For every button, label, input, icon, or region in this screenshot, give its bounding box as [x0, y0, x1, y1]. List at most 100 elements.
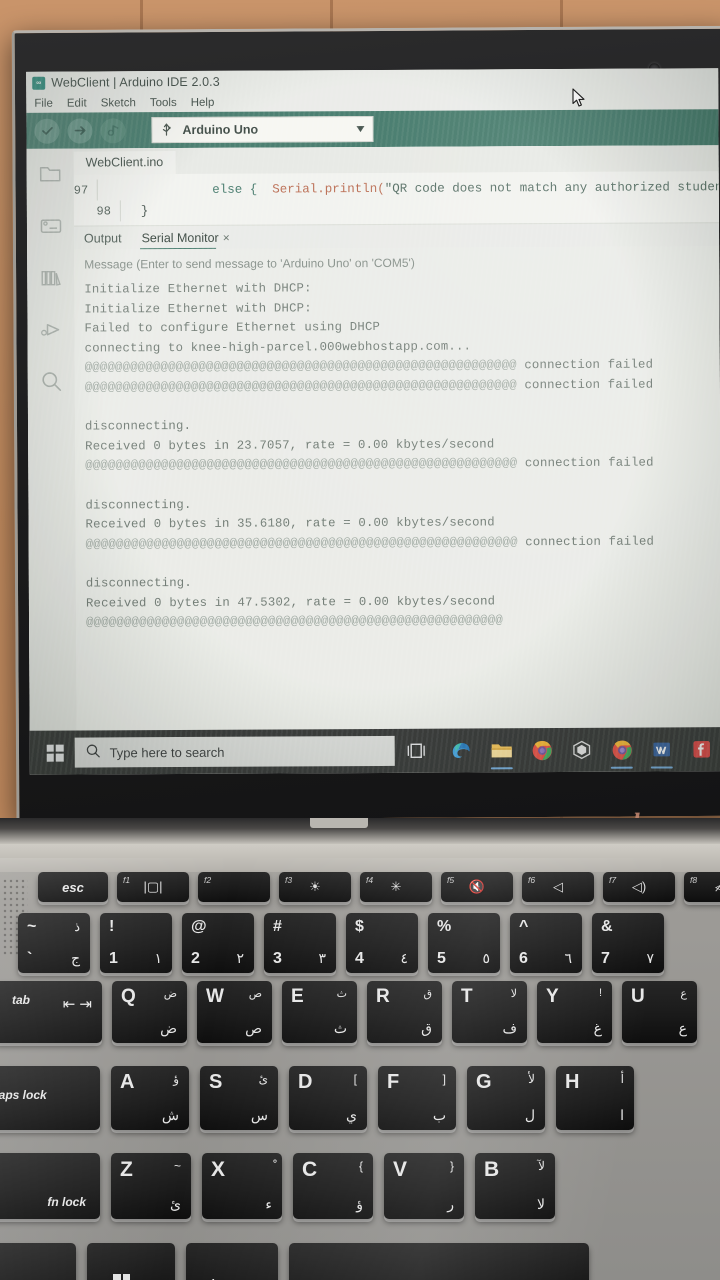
- key-f2[interactable]: f2: [198, 872, 270, 902]
- key-x[interactable]: Xْء: [202, 1153, 282, 1219]
- key-r[interactable]: R ق ق: [367, 981, 442, 1043]
- key-char: E: [291, 986, 304, 1007]
- facebook-icon[interactable]: [682, 727, 720, 771]
- code-line: 97 else { Serial.println("QR code does n…: [74, 176, 720, 201]
- tab-output[interactable]: Output: [84, 231, 122, 245]
- code-function: Serial.println(: [264, 181, 385, 197]
- debug-icon[interactable]: [38, 317, 64, 343]
- key-c[interactable]: C {ؤ: [293, 1153, 373, 1219]
- volume-down-icon: ◁: [553, 879, 563, 894]
- boards-manager-icon[interactable]: [37, 213, 63, 239]
- chrome-icon[interactable]: [602, 728, 642, 772]
- search-icon[interactable]: [38, 369, 64, 395]
- key-s[interactable]: S ئ س: [200, 1066, 278, 1130]
- menu-item-file[interactable]: File: [34, 97, 53, 109]
- key-label: esc: [62, 879, 84, 895]
- key-shift-char: $: [355, 918, 364, 935]
- key-caps-lock[interactable]: caps lock: [0, 1066, 100, 1130]
- key-1[interactable]: ! 1 ١: [100, 913, 172, 973]
- key-y[interactable]: Y! غ: [537, 981, 612, 1043]
- active-indicator: [490, 766, 513, 770]
- code-editor[interactable]: 97 else { Serial.println("QR code does n…: [73, 171, 720, 226]
- key-f4[interactable]: f4 ✳: [360, 872, 432, 902]
- usb-icon: [160, 121, 172, 139]
- key-w[interactable]: W ص ص: [197, 981, 272, 1043]
- key-shift[interactable]: ↑fn lock: [0, 1153, 100, 1219]
- key-space[interactable]: [289, 1243, 589, 1280]
- unity-icon[interactable]: [562, 728, 602, 772]
- key-arabic: ع: [678, 1020, 687, 1036]
- word-icon[interactable]: [642, 727, 682, 771]
- tab-serial-monitor[interactable]: Serial Monitor ×: [142, 230, 230, 244]
- key-3[interactable]: #3 ٣: [264, 913, 336, 973]
- task-view-icon[interactable]: [395, 729, 438, 773]
- key-f3[interactable]: f3 ☀: [279, 872, 351, 902]
- menu-item-tools[interactable]: Tools: [150, 97, 177, 109]
- search-placeholder: Type here to search: [109, 744, 225, 760]
- key-char: F: [387, 1071, 400, 1093]
- menu-item-help[interactable]: Help: [191, 96, 215, 108]
- key-shift-char: !: [109, 918, 115, 935]
- key-t[interactable]: T لا ف: [452, 981, 527, 1043]
- key-u[interactable]: U ع ع: [622, 981, 697, 1043]
- key-5[interactable]: % 5 ٥: [428, 913, 500, 973]
- windows-start-icon[interactable]: [36, 731, 75, 775]
- verify-button[interactable]: [34, 118, 60, 144]
- key-g[interactable]: G لأ ل: [467, 1066, 545, 1130]
- key-windows[interactable]: [87, 1243, 175, 1280]
- key-arabic: ٧: [646, 950, 654, 966]
- key-h[interactable]: H أ ا: [556, 1066, 634, 1130]
- menu-item-edit[interactable]: Edit: [67, 97, 87, 109]
- key-f6[interactable]: f6 ◁: [522, 872, 594, 902]
- key-f1[interactable]: f1 |▢|: [117, 872, 189, 902]
- key-alt[interactable]: alt: [186, 1243, 278, 1280]
- key-f[interactable]: F] ب: [378, 1066, 456, 1130]
- key-char: W: [206, 986, 224, 1007]
- key-arabic-shift: ئ: [258, 1072, 268, 1086]
- chevron-down-icon[interactable]: [356, 126, 365, 133]
- upload-button[interactable]: [67, 117, 93, 144]
- key-char: H: [565, 1071, 580, 1093]
- key-e[interactable]: E ث ث: [282, 981, 357, 1043]
- key-arabic: ر: [447, 1196, 454, 1212]
- keyboard-qwerty-row: tab ⇤ ⇥ Q ض ض W ص ص E ث ث R ق ق T لا ف Y! غ U ع ع: [0, 981, 697, 1043]
- file-explorer-icon[interactable]: [482, 728, 522, 772]
- key-q[interactable]: Q ض ض: [112, 981, 187, 1043]
- key-`[interactable]: ~ ` ذ ج: [18, 913, 90, 973]
- key-6[interactable]: ^ 6 ٦: [510, 913, 582, 973]
- key-f5[interactable]: f5 🔇: [441, 872, 513, 902]
- key-arabic: س: [250, 1107, 268, 1123]
- key-tab[interactable]: tab ⇤ ⇥: [0, 981, 102, 1043]
- library-manager-icon[interactable]: [38, 265, 64, 291]
- key-v[interactable]: V} ر: [384, 1153, 464, 1219]
- serial-monitor-output[interactable]: Message (Enter to send message to 'Ardui…: [74, 246, 720, 731]
- key-f7[interactable]: f7 ◁): [603, 872, 675, 902]
- key-arabic: ٢: [236, 950, 244, 966]
- key-char: 7: [601, 950, 610, 967]
- key-esc[interactable]: esc: [38, 872, 108, 902]
- laptop-screen: ∞ WebClient | Arduino IDE 2.0.3 File Edi…: [26, 68, 720, 775]
- serial-message-input[interactable]: Message (Enter to send message to 'Ardui…: [84, 254, 719, 280]
- debug-button[interactable]: [100, 117, 126, 143]
- windows-key-icon: [113, 1274, 130, 1280]
- menu-item-sketch[interactable]: Sketch: [101, 97, 136, 109]
- key-4[interactable]: $4 ٤: [346, 913, 418, 973]
- chrome-icon[interactable]: [522, 728, 562, 772]
- key-fn[interactable]: fn: [0, 1243, 76, 1280]
- search-input[interactable]: Type here to search: [74, 735, 396, 768]
- key-f8[interactable]: f8◁̸: [684, 872, 720, 902]
- close-icon[interactable]: ×: [223, 230, 230, 244]
- key-arabic-shift: ق: [423, 988, 432, 1000]
- key-arabic: ء: [265, 1196, 272, 1212]
- key-7[interactable]: & 7 ٧: [592, 913, 664, 973]
- key-d[interactable]: D [ي: [289, 1066, 367, 1130]
- key-a[interactable]: A ؤ ش: [111, 1066, 189, 1130]
- edge-icon[interactable]: [442, 728, 482, 772]
- line-number: 98: [96, 203, 111, 218]
- key-z[interactable]: Z ~ ئ: [111, 1153, 191, 1219]
- tab-arrows-icon: ⇤ ⇥: [62, 996, 92, 1013]
- key-2[interactable]: @2 ٢: [182, 913, 254, 973]
- board-selector[interactable]: Arduino Uno: [151, 115, 374, 144]
- sketchbook-icon[interactable]: [37, 161, 63, 187]
- key-b[interactable]: B لآ لا: [475, 1153, 555, 1219]
